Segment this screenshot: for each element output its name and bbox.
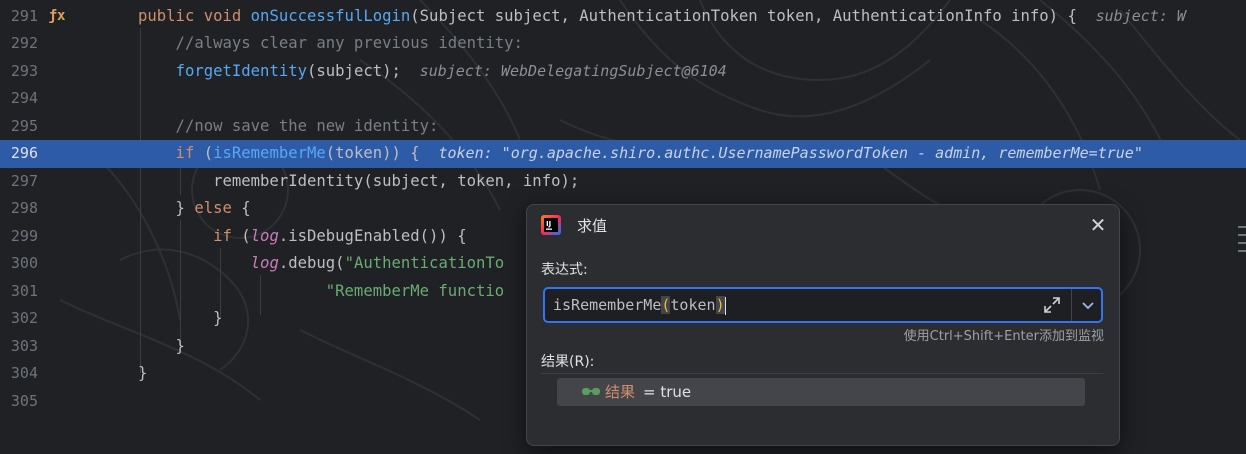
line-number[interactable]: 305 (0, 388, 38, 416)
result-value: = true (643, 383, 692, 401)
code-token: if (138, 144, 204, 162)
code-text: } else { (138, 195, 251, 223)
line-number[interactable]: 298 (0, 195, 38, 223)
code-text: if (log.isDebugEnabled()) { (138, 223, 467, 251)
code-token: //always clear any previous identity: (138, 34, 523, 52)
text-caret (724, 296, 727, 315)
code-text: //now save the new identity: (138, 113, 439, 141)
close-icon[interactable]: ✕ (1087, 215, 1109, 237)
divider (1071, 289, 1072, 321)
code-token: ( (241, 226, 251, 245)
code-token: { (231, 199, 251, 217)
glasses-icon (582, 388, 600, 395)
evaluate-dialog[interactable]: IJ 求值 ✕ 表达式: isRememberMe(token) 使用Ctrl+… (526, 204, 1120, 446)
code-line[interactable]: 292 //always clear any previous identity… (0, 30, 1246, 58)
intellij-logo-icon: IJ (541, 215, 561, 235)
line-number[interactable]: 293 (0, 58, 38, 86)
inline-value-hint: token: "org.apache.shiro.authc.UsernameP… (438, 144, 1143, 162)
code-line[interactable]: 294 (0, 85, 1246, 113)
code-token: } (138, 364, 148, 382)
line-number[interactable]: 294 (0, 85, 38, 113)
line-number[interactable]: 291 (0, 3, 38, 31)
code-token: .isDebugEnabled()) { (278, 226, 467, 245)
line-number[interactable]: 299 (0, 223, 38, 251)
line-number[interactable]: 297 (0, 168, 38, 196)
code-token: else (194, 199, 232, 217)
code-token: (subject); (307, 61, 420, 80)
code-token: log (250, 254, 279, 272)
code-text: } (138, 360, 147, 388)
code-text: rememberIdentity(subject, token, info); (138, 168, 579, 196)
code-text: log.debug("AuthenticationTo (138, 250, 505, 278)
code-token: } (138, 199, 195, 217)
line-number[interactable]: 304 (0, 360, 38, 388)
code-token: public void (138, 6, 251, 25)
code-token: log (250, 226, 279, 245)
code-token: isRememberMe (213, 144, 326, 162)
expand-icon[interactable] (1041, 294, 1063, 316)
code-text: "RememberMe functio (138, 278, 504, 306)
code-line[interactable]: 297 rememberIdentity(subject, token, inf… (0, 168, 1246, 196)
code-token: } (138, 309, 223, 327)
code-token: "RememberMe functio (138, 281, 505, 300)
line-number[interactable]: 303 (0, 333, 38, 361)
code-token: if (138, 226, 242, 245)
code-token: (Subject subject, AuthenticationToken to… (410, 6, 1096, 25)
line-number[interactable]: 295 (0, 113, 38, 141)
svg-text:IJ: IJ (546, 220, 551, 228)
expression-input[interactable]: isRememberMe(token) (543, 287, 1103, 323)
execution-line[interactable]: 296 if (isRememberMe(token)) { token: "o… (0, 140, 1246, 168)
code-text: public void onSuccessfulLogin(Subject su… (138, 3, 1186, 31)
result-tree[interactable]: 结果 = true (541, 373, 1103, 454)
line-number[interactable]: 302 (0, 305, 38, 333)
code-token: rememberIdentity(subject, token, info); (138, 171, 580, 190)
line-number[interactable]: 300 (0, 250, 38, 278)
code-text: } (138, 305, 223, 333)
code-token: //now save the new identity: (138, 116, 439, 135)
result-name: 结果 (605, 383, 636, 401)
inline-value-hint: subject: WebDelegatingSubject@6104 (419, 61, 727, 80)
code-text: } (138, 333, 185, 361)
code-line[interactable]: 291 ƒx public void onSuccessfulLogin(Subje… (0, 3, 1246, 31)
chevron-down-icon[interactable] (1077, 294, 1099, 316)
code-token: onSuccessfulLogin (250, 6, 411, 25)
line-number[interactable]: 301 (0, 278, 38, 306)
code-token: .debug( (278, 254, 345, 272)
add-to-watch-hint: 使用Ctrl+Shift+Enter添加到监视 (903, 329, 1104, 344)
expression-label: 表达式: (541, 262, 588, 278)
lambda-icon[interactable]: ƒx (48, 3, 66, 31)
code-token: ( (203, 144, 214, 162)
code-token: "AuthenticationTo (344, 254, 505, 272)
line-number[interactable]: 292 (0, 30, 38, 58)
code-line[interactable]: 295 //now save the new identity: (0, 113, 1246, 141)
code-token: (token)) { (325, 144, 439, 162)
code-token: } (138, 336, 185, 355)
dialog-title: 求值 (577, 217, 608, 235)
line-number[interactable]: 296 (0, 140, 38, 168)
inline-value-hint: subject: W (1095, 6, 1186, 25)
code-line[interactable]: 293 forgetIdentity(subject); subject: We… (0, 58, 1246, 86)
result-row[interactable]: 结果 = true (557, 378, 1085, 406)
code-text: if (isRememberMe(token)) { token: "org.a… (138, 140, 1143, 168)
expression-text[interactable]: isRememberMe(token) (553, 289, 727, 321)
code-text: //always clear any previous identity: (138, 30, 523, 58)
result-label: 结果(R): (541, 354, 595, 370)
code-token: forgetIdentity (175, 61, 307, 80)
code-text: forgetIdentity(subject); subject: WebDel… (138, 58, 727, 86)
scrollbar-markers[interactable] (1238, 226, 1246, 266)
